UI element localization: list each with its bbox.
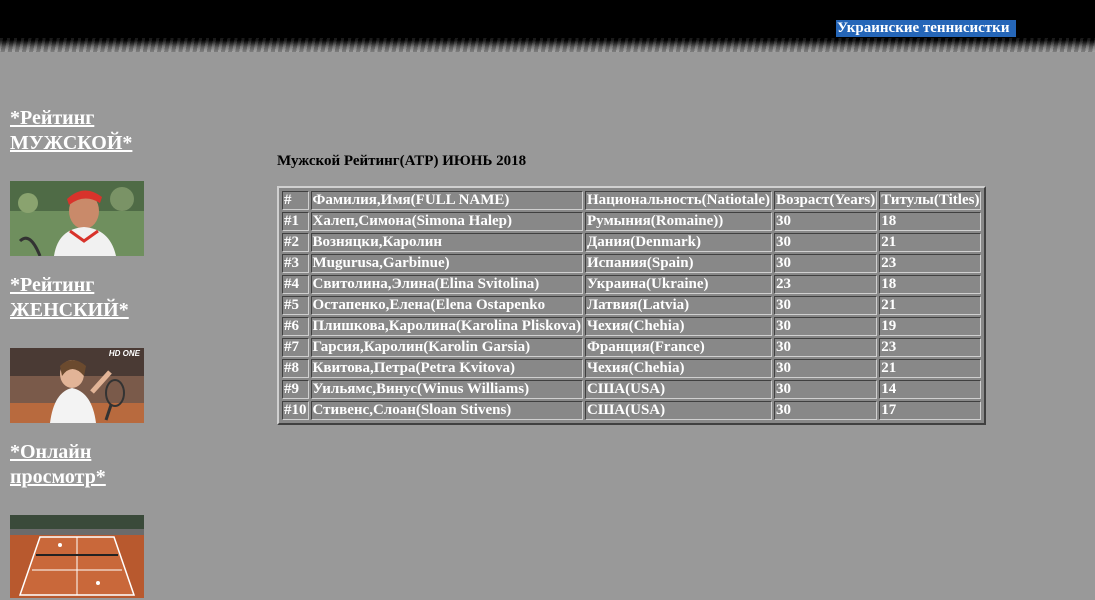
tennis-court-photo: [10, 515, 144, 598]
name-cell: Свитолина,Элина(Elina Svitolina): [310, 275, 583, 294]
col-header-titles: Титулы(Titles): [879, 191, 982, 210]
header-banner-texture: [0, 38, 1095, 52]
nationality-cell: США(USA): [584, 401, 772, 420]
rating-table-frame: # Фамилия,Имя(FULL NAME) Национальность(…: [277, 186, 987, 425]
titles-cell: 21: [879, 233, 982, 252]
table-row: #10 Стивенс,Слоан(Sloan Stivens) США(USA) 3…: [282, 401, 982, 420]
table-header-row: # Фамилия,Имя(FULL NAME) Национальность(…: [282, 191, 982, 210]
age-cell: 30: [773, 317, 878, 336]
nationality-cell: Латвия(Latvia): [584, 296, 772, 315]
titles-cell: 21: [879, 359, 982, 378]
table-row: #1 Халеп,Симона(Simona Halep) Румыния(Roma…: [282, 212, 982, 231]
age-cell: 30: [773, 233, 878, 252]
titles-cell: 14: [879, 380, 982, 399]
nationality-cell: Дания(Denmark): [584, 233, 772, 252]
nationality-cell: Франция(France): [584, 338, 772, 357]
table-row: #6 Плишкова,Каролина(Karolina Pliskova) Че…: [282, 317, 982, 336]
table-row: #7 Гарсия,Каролин(Karolin Garsia) Франция(…: [282, 338, 982, 357]
sidebar-link-online-view[interactable]: *Онлайн просмотр*: [10, 440, 190, 490]
name-cell: Халеп,Симона(Simona Halep): [310, 212, 583, 231]
name-cell: Гарсия,Каролин(Karolin Garsia): [310, 338, 583, 357]
thumbnail-watermark: HD ONE: [108, 349, 140, 358]
name-cell: Плишкова,Каролина(Karolina Pliskova): [310, 317, 583, 336]
rank-cell: #9: [282, 380, 309, 399]
age-cell: 23: [773, 275, 878, 294]
ukrainian-players-link[interactable]: Украинские теннисистки: [836, 20, 1017, 37]
page-title: Мужской Рейтинг(ATP) ИЮНЬ 2018: [277, 153, 527, 169]
titles-cell: 18: [879, 275, 982, 294]
svitolina-photo: [10, 348, 144, 423]
titles-cell: 21: [879, 296, 982, 315]
nationality-cell: Испания(Spain): [584, 254, 772, 273]
men-rating-thumbnail[interactable]: [10, 181, 144, 256]
titles-cell: 23: [879, 254, 982, 273]
nationality-cell: Чехия(Chehia): [584, 359, 772, 378]
table-row: #3 Mugurusa,Garbinue) Испания(Spain) 30 23: [282, 254, 982, 273]
col-header-rank: #: [282, 191, 309, 210]
table-row: #9 Уильямс,Винус(Winus Williams) США(USA) 3…: [282, 380, 982, 399]
table-row: #2 Возняцки,Каролин Дания(Denmark) 30 21: [282, 233, 982, 252]
rank-cell: #10: [282, 401, 309, 420]
table-row: #5 Остапенко,Елена(Elena Ostapenko Латвия(…: [282, 296, 982, 315]
sidebar-link-men-rating[interactable]: *Рейтинг МУЖСКОЙ*: [10, 106, 190, 156]
rank-cell: #7: [282, 338, 309, 357]
rating-table: # Фамилия,Имя(FULL NAME) Национальность(…: [280, 189, 983, 422]
col-header-nationality: Национальность(Natiotale): [584, 191, 772, 210]
age-cell: 30: [773, 338, 878, 357]
name-cell: Остапенко,Елена(Elena Ostapenko: [310, 296, 583, 315]
nationality-cell: США(USA): [584, 380, 772, 399]
name-cell: Стивенс,Слоан(Sloan Stivens): [310, 401, 583, 420]
col-header-name: Фамилия,Имя(FULL NAME): [310, 191, 583, 210]
sidebar-link-women-rating[interactable]: *Рейтинг ЖЕНСКИЙ*: [10, 273, 190, 323]
page-header: Украинские теннисистки: [0, 0, 1095, 52]
rank-cell: #6: [282, 317, 309, 336]
name-cell: Mugurusa,Garbinue): [310, 254, 583, 273]
titles-cell: 18: [879, 212, 982, 231]
name-cell: Уильямс,Винус(Winus Williams): [310, 380, 583, 399]
nationality-cell: Чехия(Chehia): [584, 317, 772, 336]
table-row: #8 Квитова,Петра(Petra Kvitova) Чехия(Cheh…: [282, 359, 982, 378]
rank-cell: #8: [282, 359, 309, 378]
age-cell: 30: [773, 380, 878, 399]
titles-cell: 19: [879, 317, 982, 336]
rank-cell: #3: [282, 254, 309, 273]
titles-cell: 23: [879, 338, 982, 357]
rank-cell: #1: [282, 212, 309, 231]
nadal-photo: [10, 181, 144, 256]
age-cell: 30: [773, 296, 878, 315]
rank-cell: #4: [282, 275, 309, 294]
name-cell: Возняцки,Каролин: [310, 233, 583, 252]
age-cell: 30: [773, 254, 878, 273]
rank-cell: #2: [282, 233, 309, 252]
table-body: #1 Халеп,Симона(Simona Halep) Румыния(Roma…: [282, 212, 982, 420]
table-row: #4 Свитолина,Элина(Elina Svitolina) Украин…: [282, 275, 982, 294]
titles-cell: 17: [879, 401, 982, 420]
nationality-cell: Румыния(Romaine)): [584, 212, 772, 231]
rank-cell: #5: [282, 296, 309, 315]
name-cell: Квитова,Петра(Petra Kvitova): [310, 359, 583, 378]
women-rating-thumbnail[interactable]: HD ONE: [10, 348, 144, 423]
age-cell: 30: [773, 359, 878, 378]
online-view-thumbnail[interactable]: [10, 515, 144, 598]
col-header-age: Возраст(Years): [773, 191, 878, 210]
nationality-cell: Украина(Ukraine): [584, 275, 772, 294]
age-cell: 30: [773, 212, 878, 231]
age-cell: 30: [773, 401, 878, 420]
